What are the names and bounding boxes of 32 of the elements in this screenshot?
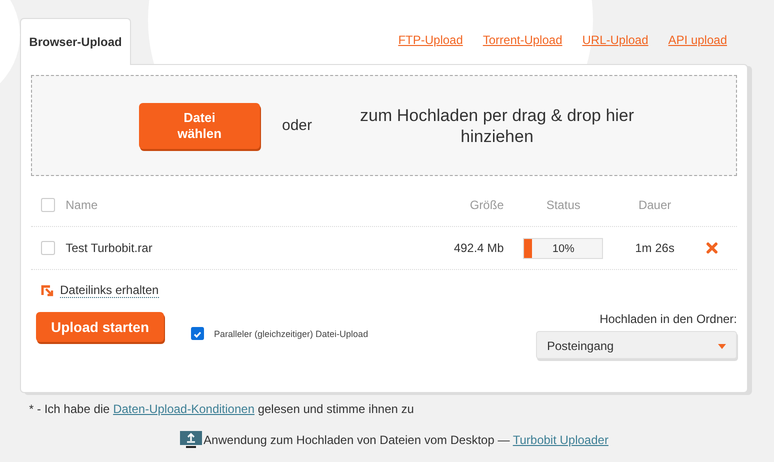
column-header: Dauer (637, 198, 672, 212)
terms-link[interactable]: Daten-Upload-Konditionen (113, 402, 254, 416)
uploader-link[interactable]: Turbobit Uploader (512, 433, 608, 447)
terms-text: * - Ich habe die Daten-Upload-Konditionen gelesen und stimme ihnen zu (29, 402, 415, 416)
start-upload-button[interactable]: Upload starten (36, 312, 164, 342)
folder-label: Hochladen in den Ordner: (600, 312, 737, 326)
duration: 1m 26s (634, 241, 676, 255)
tab-link[interactable]: URL-Upload (582, 33, 648, 47)
parallel-checkbox[interactable] (191, 327, 204, 340)
folder-dropdown[interactable]: Posteingang (536, 331, 737, 359)
choose-file-button[interactable]: Datei wählen (139, 102, 260, 148)
column-header: Größe (468, 198, 504, 212)
tab[interactable]: Browser-Upload (20, 18, 131, 65)
progress-text: 10% (551, 242, 576, 254)
tab-link[interactable]: Torrent-Upload (482, 33, 562, 47)
drop-zone[interactable]: Datei wählen oder zum Hochladen per drag & drop hier hinziehen (31, 75, 737, 176)
desktop-upload-icon (180, 431, 202, 449)
app-note: Anwendung zum Hochladen von Dateien vom Desktop — Turbobit Uploader (204, 433, 608, 447)
column-header: Status (545, 198, 582, 212)
select-all-checkbox[interactable] (41, 198, 55, 212)
or-text: oder (282, 117, 312, 134)
parallel-label: Paralleler (gleichzeitiger) Datei-Upload (214, 328, 368, 338)
row-checkbox[interactable] (41, 241, 55, 255)
column-header: Name (66, 198, 99, 212)
links-icon (41, 284, 54, 297)
file-size: 492.4 Mb (452, 241, 504, 255)
tab-link[interactable]: FTP-Upload (398, 33, 463, 47)
file-name: Test Turbobit.rar (66, 241, 154, 255)
drop-hint: zum Hochladen per drag & drop hier hinziehen (359, 104, 636, 146)
remove-icon[interactable] (706, 242, 718, 254)
tab-link[interactable]: API upload (668, 33, 727, 47)
get-links-link[interactable]: Dateilinks erhalten (60, 283, 159, 298)
